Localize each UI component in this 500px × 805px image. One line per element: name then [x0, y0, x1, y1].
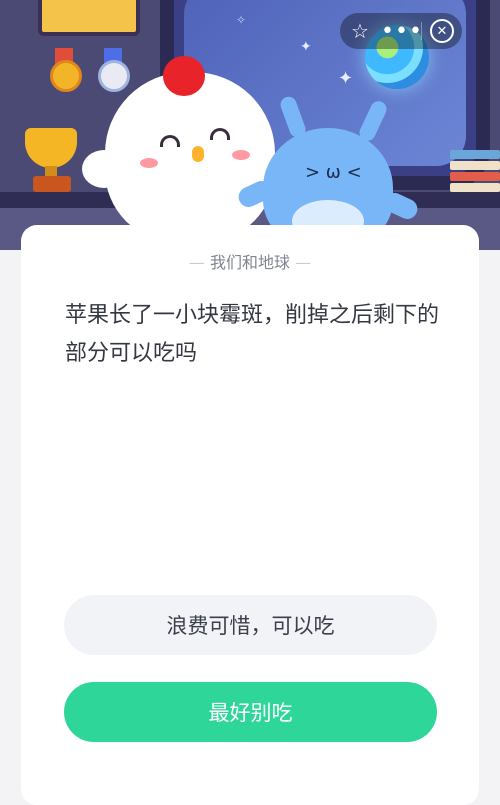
answer-option-label: 最好别吃 — [208, 701, 293, 725]
close-circle-icon: ✕ — [430, 19, 454, 43]
trophy-icon — [25, 128, 77, 168]
chicken-mascot — [105, 72, 275, 242]
star-outline-icon[interactable]: ☆ — [340, 13, 380, 49]
close-button[interactable]: ✕ — [422, 13, 462, 49]
blob-face: > ω < — [305, 162, 362, 183]
answer-option-a[interactable]: 浪费可惜，可以吃 — [64, 595, 437, 655]
silver-medal-icon — [98, 60, 130, 92]
answer-option-label: 浪费可惜，可以吃 — [166, 614, 335, 638]
chicken-comb — [163, 56, 205, 96]
gold-medal-icon — [50, 60, 82, 92]
books-stack — [450, 150, 500, 192]
answer-option-b[interactable]: 最好别吃 — [64, 682, 437, 742]
more-dots-icon[interactable]: ••• — [381, 13, 422, 49]
question-card: — 我们和地球 — 苹果长了一小块霉斑，削掉之后剩下的部分可以吃吗 浪费可惜，可… — [21, 225, 479, 805]
sparkle-icon: ✧ — [236, 13, 247, 27]
chicken-beak — [192, 146, 204, 162]
sparkle-icon: ✦ — [338, 68, 354, 89]
mini-program-capsule: ☆ ••• ✕ — [340, 13, 462, 49]
category-label: — 我们和地球 — — [188, 253, 312, 272]
medal-poster — [38, 0, 140, 36]
sparkle-icon: ✦ — [300, 39, 312, 55]
question-text: 苹果长了一小块霉斑，削掉之后剩下的部分可以吃吗 — [65, 303, 440, 366]
